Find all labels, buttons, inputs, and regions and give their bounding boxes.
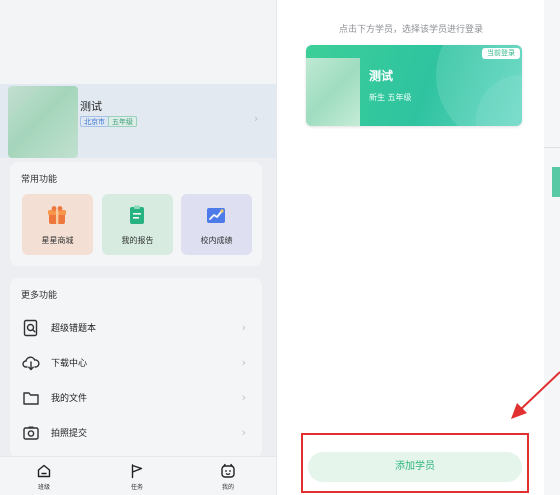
download-center-item[interactable]: 下载中心 › [22,353,252,373]
student-subtitle: 新生 五年级 [369,93,412,102]
my-report-button[interactable]: 我的报告 [102,194,173,255]
download-center-label: 下载中心 [51,359,88,369]
trend-chart-icon [207,208,225,223]
current-login-badge: 当前登录 [482,48,520,59]
student-avatar [306,58,360,126]
flag-icon [131,464,143,479]
chevron-right-icon: › [241,391,246,404]
grade-tag: 五年级 [108,116,137,127]
face-icon [221,463,235,478]
background-window [544,0,560,495]
chevron-right-icon: › [241,321,246,334]
my-files-item[interactable]: 我的文件 › [22,388,252,408]
cloud-download-icon [22,356,40,371]
super-mistake-book-label: 超级错题本 [51,324,97,334]
tab-task[interactable]: 任务 [117,461,157,495]
tab-task-label: 任务 [130,484,143,491]
photo-submit-label: 拍照提交 [51,429,88,439]
chevron-right-icon: › [241,356,246,369]
school-score-button[interactable]: 校内成绩 [181,194,252,255]
my-report-label: 我的报告 [121,236,154,245]
house-icon [37,464,51,478]
search-notebook-icon [23,319,38,337]
chevron-right-icon: › [241,426,246,439]
header-area [0,0,276,84]
screen: 测试 北京市 五年级 › 常用功能 星星商城 我的报告 校内成绩 更多功能 超级… [0,0,560,495]
super-mistake-book-item[interactable]: 超级错题本 › [22,318,252,338]
tab-class[interactable]: 班级 [24,461,64,495]
student-card[interactable]: 测试 新生 五年级 当前登录 [306,45,522,126]
camera-icon [23,426,39,440]
gift-box-icon [48,206,66,224]
chevron-right-icon: › [254,112,259,125]
tab-me-label: 我的 [221,484,234,491]
tab-class-label: 班级 [37,484,50,491]
common-functions-title: 常用功能 [21,175,58,185]
avatar[interactable] [8,86,78,158]
student-name: 测试 [369,69,394,83]
city-tag: 北京市 [80,116,109,127]
background-accent [552,167,560,197]
switcher-hint: 点击下方学员，选择该学员进行登录 [338,25,483,35]
my-files-label: 我的文件 [51,394,88,404]
folder-icon [23,392,39,405]
report-icon [130,205,144,224]
profile-name: 测试 [80,100,102,113]
star-mall-button[interactable]: 星星商城 [22,194,93,255]
student-switcher-panel: 点击下方学员，选择该学员进行登录 测试 新生 五年级 当前登录 添加学员 [276,0,544,495]
tab-me[interactable]: 我的 [208,461,248,495]
star-mall-label: 星星商城 [41,236,74,245]
bottom-tab-bar: 班级 任务 我的 [0,456,276,495]
school-score-label: 校内成绩 [200,236,233,245]
photo-submit-item[interactable]: 拍照提交 › [22,423,252,443]
app-main-panel: 测试 北京市 五年级 › 常用功能 星星商城 我的报告 校内成绩 更多功能 超级… [0,0,276,495]
annotation-highlight-box [301,433,529,493]
background-divider [544,147,560,148]
more-functions-title: 更多功能 [21,291,58,301]
